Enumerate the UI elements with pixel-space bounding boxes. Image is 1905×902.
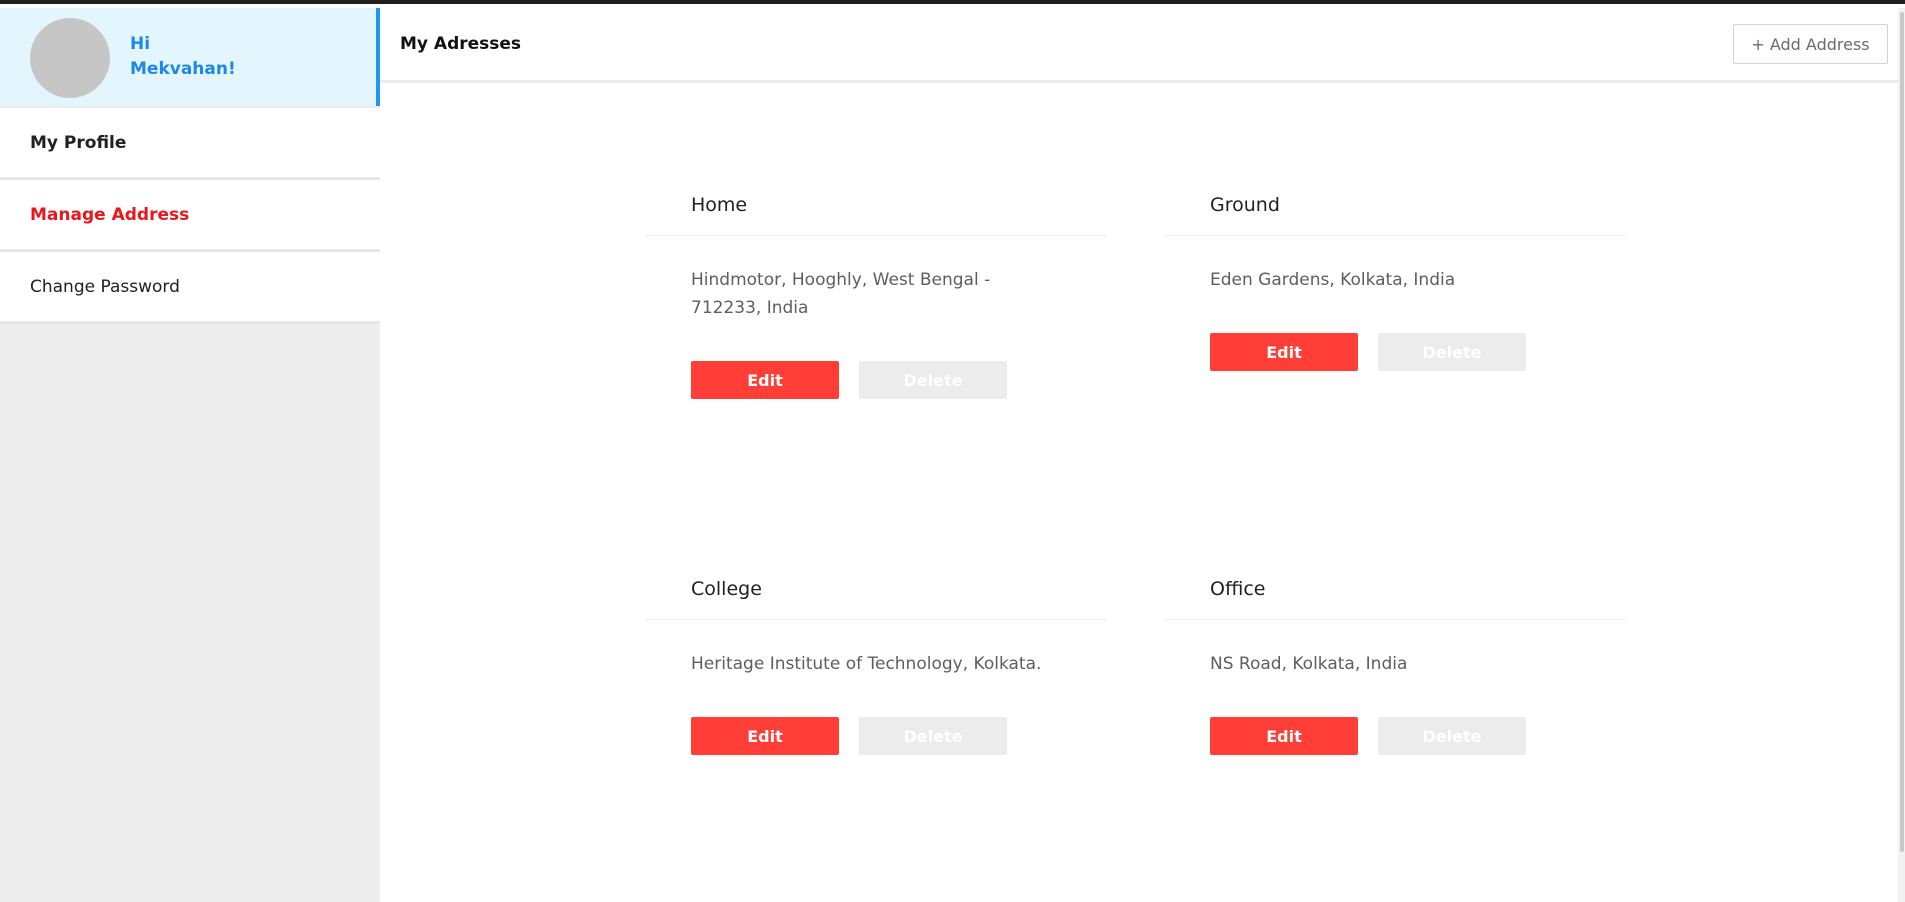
sidebar-item-change-password[interactable]: Change Password	[0, 252, 380, 324]
delete-button[interactable]: Delete	[859, 717, 1007, 755]
address-text: NS Road, Kolkata, India	[1210, 654, 1408, 674]
address-card-title: Home	[645, 184, 1107, 236]
delete-button[interactable]: Delete	[1378, 333, 1526, 371]
sidebar: Hi Mekvahan! My Profile Manage Address C…	[0, 8, 380, 902]
address-text: Heritage Institute of Technology, Kolkat…	[691, 654, 1042, 674]
sidebar-item-my-profile[interactable]: My Profile	[0, 108, 380, 180]
greeting-hi: Hi	[130, 34, 151, 54]
sidebar-menu: My Profile Manage Address Change Passwor…	[0, 108, 380, 324]
address-card-title: College	[645, 568, 1107, 620]
add-address-button[interactable]: + Add Address	[1733, 24, 1888, 64]
address-card-title: Ground	[1164, 184, 1626, 236]
edit-button[interactable]: Edit	[1210, 333, 1358, 371]
sidebar-item-manage-address[interactable]: Manage Address	[0, 180, 380, 252]
delete-button[interactable]: Delete	[1378, 717, 1526, 755]
main-content: My Adresses + Add Address Home Hindmotor…	[380, 8, 1898, 902]
delete-button[interactable]: Delete	[859, 361, 1007, 399]
address-card-title: Office	[1164, 568, 1626, 620]
address-card-college: College Heritage Institute of Technology…	[645, 568, 1107, 868]
page-title: My Adresses	[400, 34, 522, 54]
address-text: Hindmotor, Hooghly, West Bengal - 712233…	[691, 270, 991, 318]
user-card: Hi Mekvahan!	[0, 8, 380, 106]
address-card-office: Office NS Road, Kolkata, India Edit Dele…	[1164, 568, 1626, 868]
scrollbar-thumb[interactable]	[1900, 12, 1904, 852]
edit-button[interactable]: Edit	[691, 361, 839, 399]
edit-button[interactable]: Edit	[1210, 717, 1358, 755]
avatar	[30, 18, 110, 98]
user-greeting: Hi Mekvahan!	[130, 32, 236, 82]
address-text: Eden Gardens, Kolkata, India	[1210, 270, 1456, 290]
main-header: My Adresses + Add Address	[380, 8, 1898, 83]
edit-button[interactable]: Edit	[691, 717, 839, 755]
address-card-ground: Ground Eden Gardens, Kolkata, India Edit…	[1164, 184, 1626, 484]
window-top-bar	[0, 0, 1905, 4]
greeting-username: Mekvahan!	[130, 59, 236, 79]
address-card-home: Home Hindmotor, Hooghly, West Bengal - 7…	[645, 184, 1107, 484]
